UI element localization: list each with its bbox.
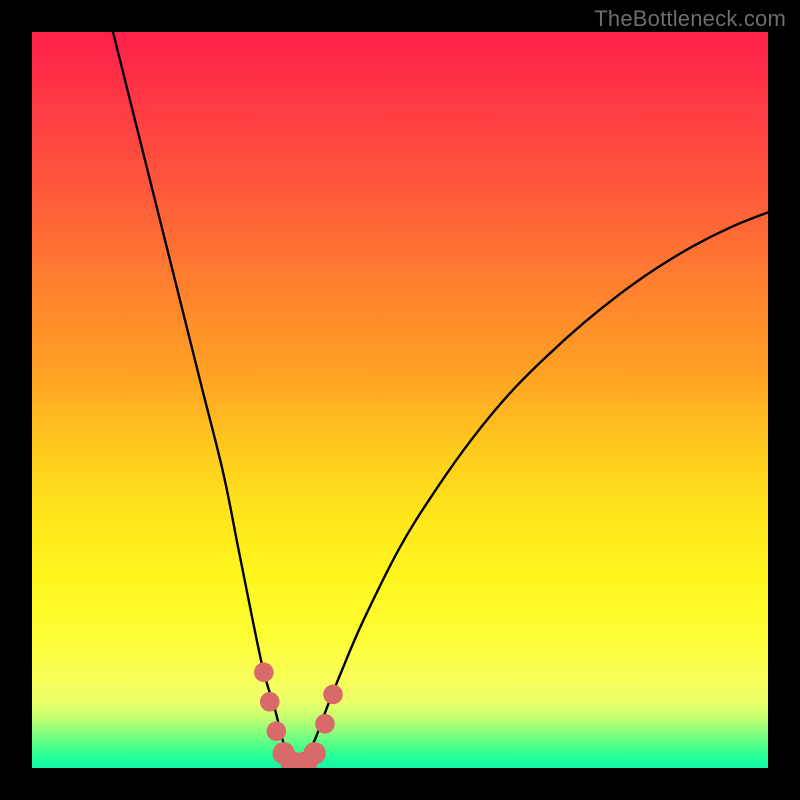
bottleneck-curve-svg (32, 32, 768, 768)
watermark-text: TheBottleneck.com (594, 6, 786, 32)
curve-marker (254, 663, 274, 683)
curve-markers (254, 663, 343, 768)
curve-marker (260, 692, 280, 712)
plot-area (32, 32, 768, 768)
curve-marker (323, 685, 343, 705)
curve-marker (315, 714, 335, 734)
bottleneck-curve (113, 32, 768, 768)
curve-marker (267, 721, 287, 741)
chart-frame: TheBottleneck.com (0, 0, 800, 800)
curve-marker (303, 742, 325, 764)
